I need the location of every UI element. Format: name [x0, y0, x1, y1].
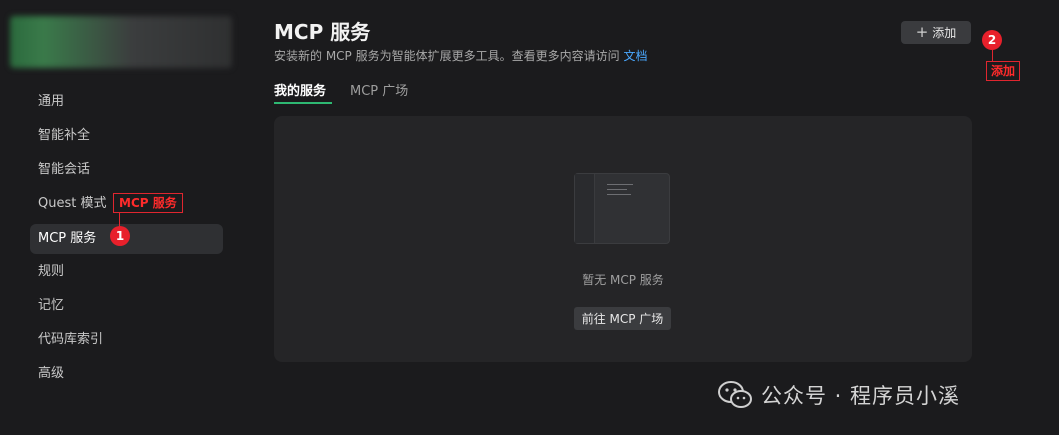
page-title: MCP 服务	[274, 20, 371, 44]
sidebar-item-general[interactable]: 通用	[30, 87, 223, 117]
annotation-connector	[119, 213, 120, 227]
sidebar-item-completion[interactable]: 智能补全	[30, 121, 223, 151]
annotation-label-add: 添加	[986, 61, 1021, 81]
empty-window-icon	[574, 173, 670, 244]
settings-window: 通用 智能补全 智能会话 Quest 模式 MCP 服务 规则 记忆 代码库索引…	[0, 0, 1059, 435]
sidebar: 通用 智能补全 智能会话 Quest 模式 MCP 服务 规则 记忆 代码库索引…	[0, 0, 240, 435]
services-panel: 暂无 MCP 服务 前往 MCP 广场	[274, 116, 972, 362]
active-tab-indicator	[274, 102, 332, 104]
annotation-badge-1: 1	[110, 226, 130, 246]
plus-icon: +	[915, 23, 929, 41]
sidebar-item-codebase-index[interactable]: 代码库索引	[30, 325, 223, 355]
goto-mcp-market-button[interactable]: 前往 MCP 广场	[574, 307, 671, 330]
annotation-badge-2: 2	[982, 30, 1002, 50]
docs-link[interactable]: 文档	[623, 49, 647, 63]
add-button-label: 添加	[932, 26, 957, 40]
sidebar-item-chat[interactable]: 智能会话	[30, 155, 223, 185]
page-subtitle: 安装新的 MCP 服务为智能体扩展更多工具。查看更多内容请访问 文档	[274, 47, 647, 64]
annotation-label-mcp: MCP 服务	[113, 193, 183, 213]
wechat-icon	[718, 381, 752, 408]
empty-window-line	[607, 194, 631, 195]
tab-mcp-market[interactable]: MCP 广场	[350, 80, 408, 99]
subtitle-text: 安装新的 MCP 服务为智能体扩展更多工具。查看更多内容请访问	[274, 49, 620, 63]
sidebar-item-rules[interactable]: 规则	[30, 257, 223, 287]
sidebar-item-memory[interactable]: 记忆	[30, 291, 223, 321]
annotation-connector	[992, 50, 993, 61]
tab-my-services[interactable]: 我的服务	[274, 80, 326, 99]
empty-window-line	[607, 184, 633, 185]
empty-window-line	[607, 189, 627, 190]
sidebar-item-advanced[interactable]: 高级	[30, 359, 223, 389]
empty-window-sidebar	[575, 174, 595, 243]
empty-state-message: 暂无 MCP 服务	[582, 273, 664, 287]
watermark: 公众号 · 程序员小溪	[717, 378, 960, 412]
profile-avatar-blurred	[10, 16, 232, 68]
watermark-text: 公众号 · 程序员小溪	[761, 384, 961, 408]
add-button[interactable]: + 添加	[901, 21, 971, 44]
